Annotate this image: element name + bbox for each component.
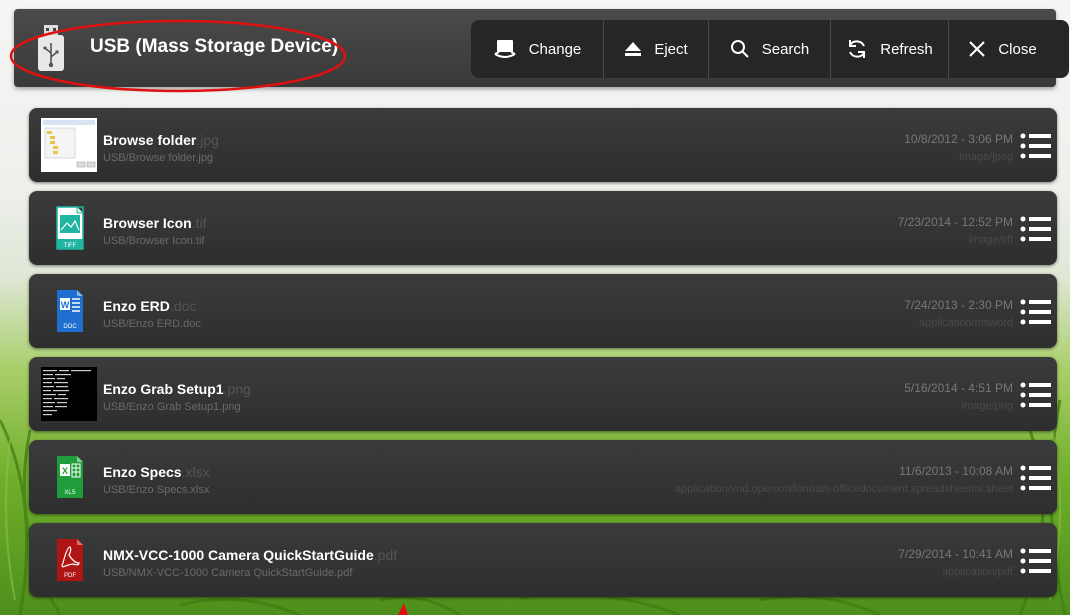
file-name: NMX-VCC-1000 Camera QuickStartGuide.pdf — [103, 547, 397, 563]
file-row[interactable]: Browse folder.jpg USB/Browse folder.jpg … — [29, 108, 1057, 182]
excel-xls-icon: X XLS — [57, 456, 83, 498]
list-menu-icon[interactable] — [1019, 379, 1051, 411]
file-name: Browser Icon.tif — [103, 215, 206, 231]
device-title: USB (Mass Storage Device) — [90, 36, 339, 57]
change-drive-icon — [494, 40, 516, 58]
file-name-text: Enzo ERD — [103, 298, 170, 314]
file-name: Enzo ERD.doc — [103, 298, 196, 314]
file-extension: .tif — [191, 215, 207, 231]
eject-button[interactable]: Eject — [604, 20, 709, 78]
search-icon — [730, 40, 749, 58]
file-row[interactable]: Enzo Grab Setup1.png USB/Enzo Grab Setup… — [29, 357, 1057, 431]
file-mime: image/tiff — [968, 234, 1013, 246]
word-doc-icon: W DOC — [57, 290, 83, 332]
file-path: USB/Browse folder.jpg — [103, 152, 214, 164]
list-menu-icon[interactable] — [1019, 296, 1051, 328]
file-mime: application/msword — [918, 317, 1013, 329]
file-mime: image/png — [961, 400, 1013, 412]
close-label: Close — [998, 40, 1037, 58]
file-row[interactable]: PDF NMX-VCC-1000 Camera QuickStartGuide.… — [29, 523, 1057, 597]
file-name-text: NMX-VCC-1000 Camera QuickStartGuide — [103, 547, 374, 563]
file-row[interactable]: W DOC Enzo ERD.doc USB/Enzo ERD.doc 7/24… — [29, 274, 1057, 348]
search-button[interactable]: Search — [709, 20, 831, 78]
image-thumbnail — [41, 118, 97, 172]
file-name: Enzo Grab Setup1.png — [103, 381, 251, 397]
file-path: USB/Enzo Specs.xlsx — [103, 484, 210, 496]
svg-text:W: W — [61, 300, 70, 310]
file-extension: .doc — [169, 298, 197, 314]
eject-label: Eject — [654, 40, 688, 58]
eject-icon — [625, 42, 642, 56]
file-date: 7/23/2014 - 12:52 PM — [897, 215, 1013, 229]
file-path: USB/Enzo ERD.doc — [103, 318, 201, 330]
file-name: Enzo Specs.xlsx — [103, 464, 210, 480]
file-date: 11/6/2013 - 10:08 AM — [899, 464, 1013, 478]
svg-text:PDF: PDF — [64, 573, 76, 579]
refresh-label: Refresh — [880, 40, 933, 58]
file-extension: .jpg — [196, 132, 219, 148]
refresh-icon — [849, 40, 866, 58]
file-mime: application/vnd.openxmlformats-officedoc… — [675, 483, 1013, 495]
file-extension: .pdf — [373, 547, 398, 563]
image-thumbnail — [41, 367, 97, 421]
list-menu-icon[interactable] — [1019, 462, 1051, 494]
file-mime: application/pdf — [942, 566, 1013, 578]
list-menu-icon[interactable] — [1019, 545, 1051, 577]
tiff-file-icon: TIFF — [56, 206, 84, 250]
file-name-text: Enzo Grab Setup1 — [103, 381, 224, 397]
file-row[interactable]: TIFF Browser Icon.tif USB/Browser Icon.t… — [29, 191, 1057, 265]
file-extension: .xlsx — [181, 464, 210, 480]
file-name-text: Browse folder — [103, 132, 197, 148]
file-mime: image/jpeg — [959, 151, 1013, 163]
file-date: 7/29/2014 - 10:41 AM — [898, 547, 1013, 561]
toolbar: Change Eject Search Refresh Close — [471, 20, 1069, 78]
close-icon — [969, 41, 986, 57]
file-path: USB/Enzo Grab Setup1.png — [103, 401, 241, 413]
pdf-file-icon: PDF — [57, 539, 83, 581]
file-path: USB/NMX-VCC-1000 Camera QuickStartGuide.… — [103, 567, 353, 579]
refresh-button[interactable]: Refresh — [831, 20, 949, 78]
change-label: Change — [528, 40, 582, 58]
file-name: Browse folder.jpg — [103, 132, 219, 148]
list-menu-icon[interactable] — [1019, 130, 1051, 162]
list-menu-icon[interactable] — [1019, 213, 1051, 245]
file-name-text: Browser Icon — [103, 215, 192, 231]
file-name-text: Enzo Specs — [103, 464, 182, 480]
change-button[interactable]: Change — [471, 20, 604, 78]
svg-text:X: X — [62, 466, 68, 476]
file-path: USB/Browser Icon.tif — [103, 235, 205, 247]
svg-text:TIFF: TIFF — [64, 243, 77, 249]
file-date: 10/8/2012 - 3:06 PM — [904, 132, 1013, 146]
file-date: 7/24/2013 - 2:30 PM — [904, 298, 1013, 312]
close-button[interactable]: Close — [949, 20, 1056, 78]
file-extension: .png — [223, 381, 251, 397]
file-row[interactable]: X XLS Enzo Specs.xlsx USB/Enzo Specs.xls… — [29, 440, 1057, 514]
search-label: Search — [761, 40, 810, 58]
svg-text:DOC: DOC — [63, 324, 77, 330]
usb-drive-icon — [38, 25, 64, 71]
svg-text:XLS: XLS — [64, 490, 75, 496]
file-date: 5/16/2014 - 4:51 PM — [904, 381, 1013, 395]
